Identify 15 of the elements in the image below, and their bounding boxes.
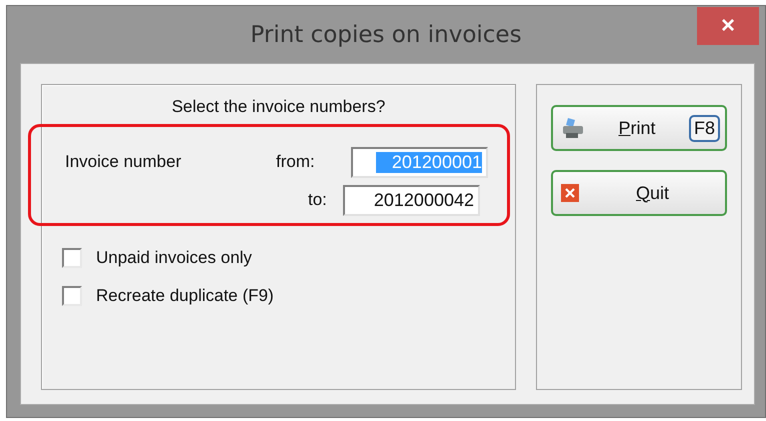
print-button[interactable]: Print F8 [551, 105, 727, 151]
close-button[interactable]: × [697, 7, 759, 45]
field-label: Invoice number [65, 152, 182, 172]
checkbox[interactable] [62, 286, 82, 306]
window-title: Print copies on invoices [250, 22, 522, 48]
checkbox[interactable] [62, 248, 82, 268]
close-icon [561, 184, 579, 202]
prompt-text: Select the invoice numbers? [172, 97, 386, 117]
field-label: to: [308, 190, 328, 210]
quit-button[interactable]: Quit [551, 170, 727, 216]
field-label: from: [276, 152, 316, 172]
printer-icon [561, 117, 585, 139]
checkbox-label: Recreate duplicate (F9) [96, 286, 274, 306]
checkbox-label: Unpaid invoices only [96, 248, 252, 268]
input-field[interactable]: 2012000042 [343, 184, 480, 216]
